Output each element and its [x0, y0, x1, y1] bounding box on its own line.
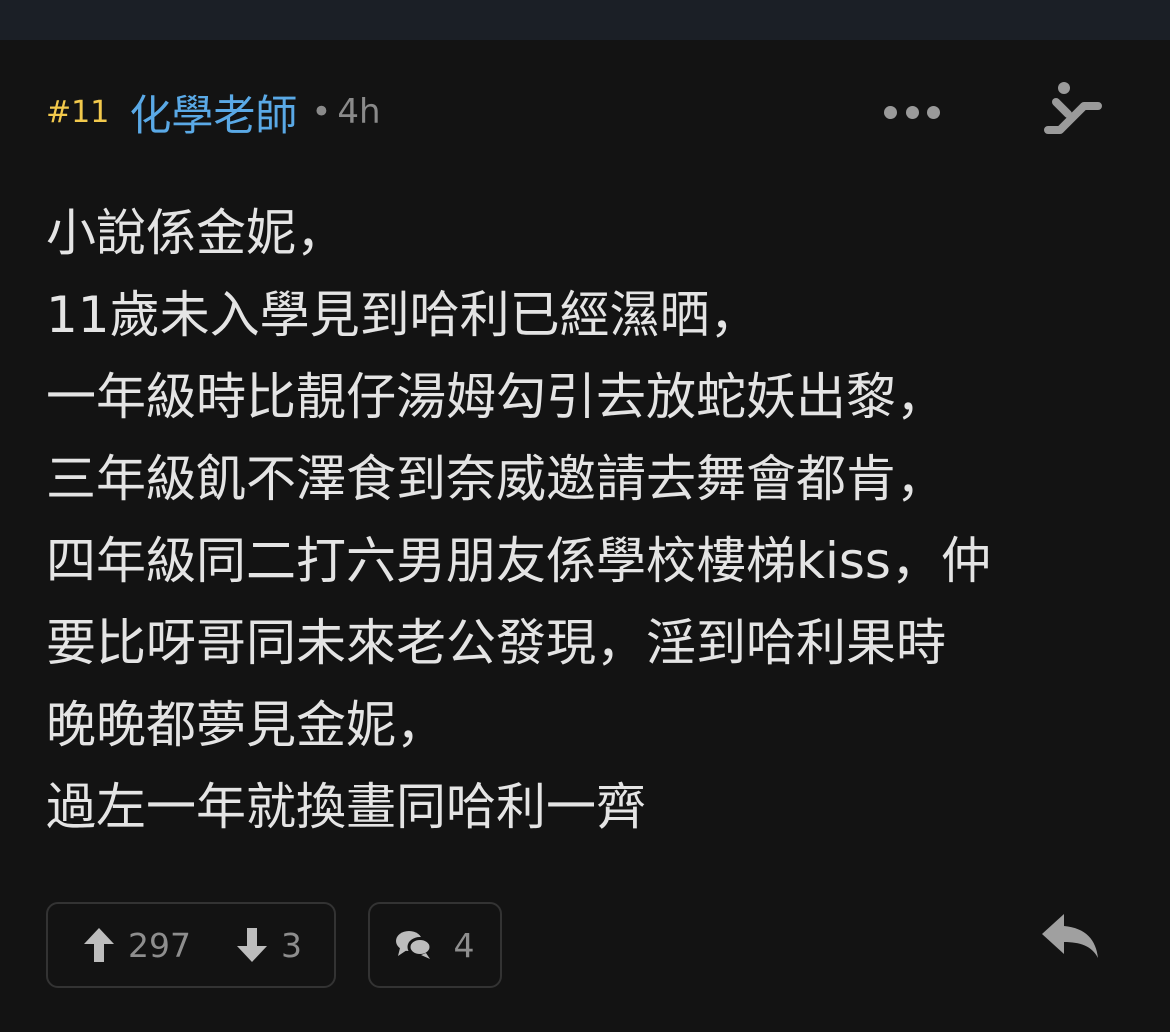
post-card: #11 化學老師 • 4h 小說係金妮， 11歲未入學見到哈利已經濕晒， 一年級…	[0, 40, 1170, 1032]
upvote-button[interactable]: 297	[84, 926, 191, 965]
content-line: 過左一年就換畫同哈利一齊	[46, 778, 646, 836]
reply-arrow-icon	[1042, 914, 1098, 958]
more-options-button[interactable]	[878, 90, 946, 134]
comment-count: 4	[453, 925, 475, 965]
post-header: #11 化學老師 • 4h	[46, 90, 381, 140]
escalator-button[interactable]	[1040, 80, 1106, 140]
comment-bubbles-icon	[395, 931, 432, 959]
floor-number: #11	[46, 94, 110, 130]
comments-button[interactable]: 4	[368, 902, 502, 988]
content-line: 11歲未入學見到哈利已經濕晒，	[46, 286, 760, 344]
content-line: 四年級同二打六男朋友係學校樓梯kiss，仲	[46, 532, 991, 590]
upvote-count: 297	[128, 925, 191, 965]
arrow-up-icon	[84, 928, 114, 962]
escalator-icon	[1044, 82, 1102, 134]
post-time: 4h	[337, 92, 381, 132]
vote-box: 297 3	[46, 902, 336, 988]
content-line: 晚晚都夢見金妮，	[46, 696, 446, 754]
post-content: 小說係金妮， 11歲未入學見到哈利已經濕晒， 一年級時比靚仔湯姆勾引去放蛇妖出黎…	[46, 192, 1136, 848]
content-line: 一年級時比靚仔湯姆勾引去放蛇妖出黎，	[46, 368, 946, 426]
content-line: 要比呀哥同未來老公發現，淫到哈利果時	[46, 614, 946, 672]
content-line: 小說係金妮，	[46, 204, 346, 262]
separator-dot: •	[311, 92, 332, 132]
top-bar	[0, 0, 1170, 40]
downvote-count: 3	[281, 925, 302, 965]
arrow-down-icon	[237, 928, 267, 962]
more-dots-icon	[884, 105, 897, 119]
content-line: 三年級飢不澤食到奈威邀請去舞會都肯，	[46, 450, 946, 508]
reply-button[interactable]	[1040, 912, 1102, 962]
author-name[interactable]: 化學老師	[129, 82, 297, 143]
downvote-button[interactable]: 3	[237, 926, 302, 965]
